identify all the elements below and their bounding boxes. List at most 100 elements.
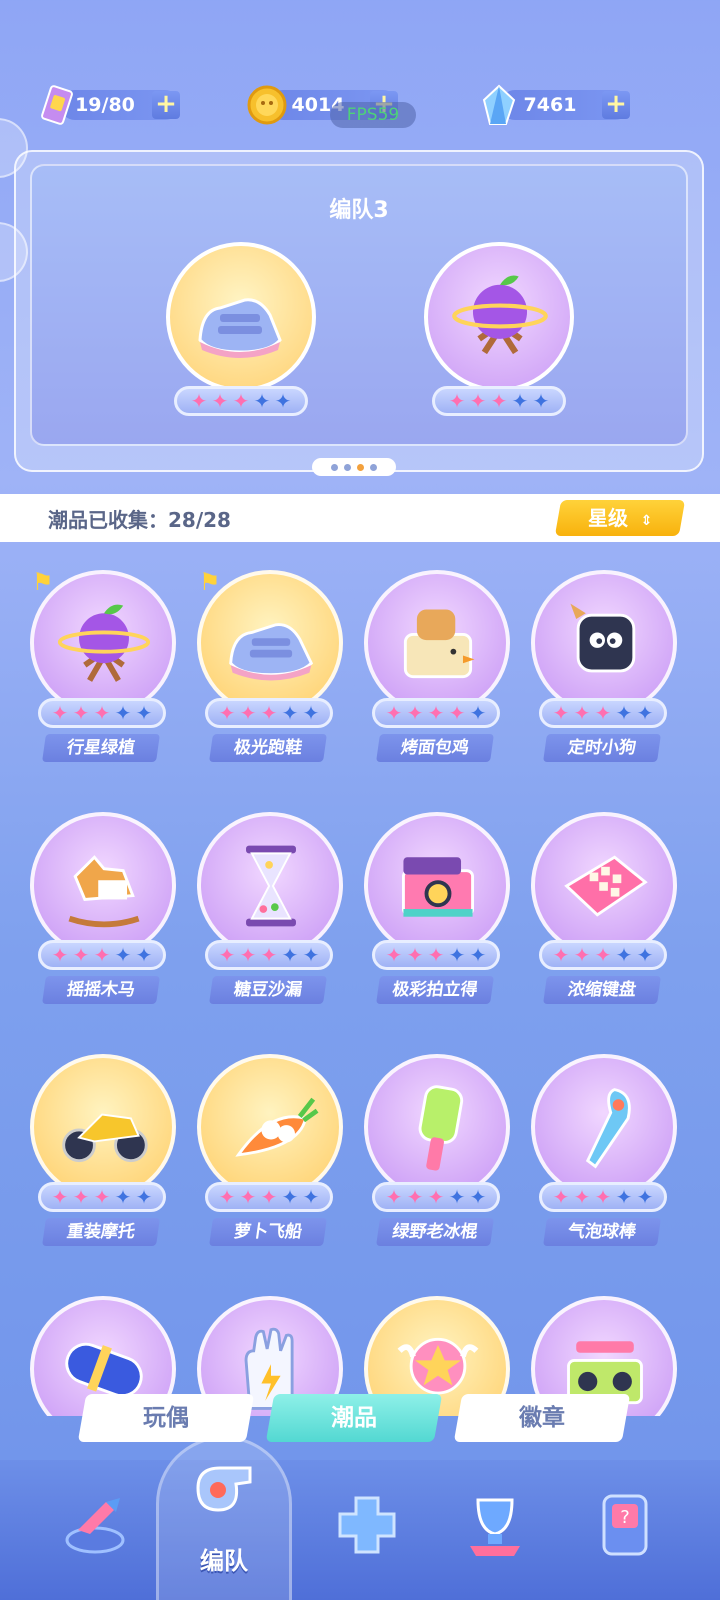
filled-star-icon: ✦ [260,943,278,967]
filled-star-icon: ✦ [427,701,445,725]
filled-star-icon: ✦ [594,943,612,967]
ticket-counter: 19/80 + [60,90,180,120]
collection-count: 潮品已收集：28/28 [48,508,231,532]
empty-star-icon: ✦ [274,389,292,413]
nav-item-1[interactable] [40,1470,140,1590]
empty-star-icon: ✦ [636,701,654,725]
collection-item[interactable]: ✦ ✦ ✦ ✦ ✦ 摇摇木马 [22,798,192,1038]
nav-item-formation[interactable]: 编队 [174,1440,274,1590]
empty-star-icon: ✦ [253,389,271,413]
filled-star-icon: ✦ [190,389,208,413]
filled-star-icon: ✦ [239,1185,257,1209]
trophy-icon [470,1498,520,1556]
filled-star-icon: ✦ [552,1185,570,1209]
empty-star-icon: ✦ [448,943,466,967]
empty-star-icon: ✦ [114,701,132,725]
tab-trendy-items[interactable]: 潮品 [265,1394,443,1442]
empty-star-icon: ✦ [636,1185,654,1209]
filled-star-icon: ✦ [573,943,591,967]
collection-item[interactable]: ✦ ✦ ✦ ✦ ✦ 气泡球棒 [523,1040,693,1280]
collection-item[interactable]: ✦ ✦ ✦ ✦ ✦ 糖豆沙漏 [189,798,359,1038]
empty-star-icon: ✦ [615,943,633,967]
tab-badges[interactable]: 徽章 [453,1394,631,1442]
tab-label: 徽章 [519,1405,565,1431]
keyboard-icon [564,855,648,917]
crystal-icon [482,84,516,125]
sort-label: 星级 [587,506,628,530]
empty-star-icon: ✦ [114,1185,132,1209]
filled-star-icon: ✦ [232,389,250,413]
whistle-icon [196,1466,252,1512]
filled-star-icon: ✦ [72,701,90,725]
arrow-bolt-icon [65,1498,125,1554]
fps-counter: FPS59 [330,102,416,128]
star-rating: ✦ ✦ ✦ ✦ ✦ [432,386,566,416]
add-gems-button[interactable]: + [602,91,630,119]
collection-item[interactable]: ✦ ✦ ✦ ✦ ✦ 绿野老冰棍 [356,1040,526,1280]
star-rating: ✦ ✦ ✦ ✦ ✦ [38,1182,166,1212]
star-rating: ✦ ✦ ✦ ✦ ✦ [372,940,500,970]
empty-star-icon: ✦ [532,389,550,413]
flag-icon: ⚑ [199,568,221,596]
sort-by-stars-button[interactable]: 星级 ⇕ [554,500,686,536]
hourglass-icon [246,845,296,927]
carrot-ship-icon [235,1097,319,1157]
collection-item[interactable]: ✦ ✦ ✦ ✦ ✦ 定时小狗 [523,556,693,796]
collection-item[interactable]: ✦ ✦ ✦ ✦ ✦ 萝卜飞船 [189,1040,359,1280]
ticket-icon [41,85,73,125]
nav-label: 编队 [200,1547,248,1575]
filled-star-icon: ✦ [490,389,508,413]
item-name: 萝卜飞船 [209,1218,327,1246]
empty-star-icon: ✦ [135,943,153,967]
empty-star-icon: ✦ [469,1185,487,1209]
filled-star-icon: ✦ [93,701,111,725]
collection-header: 潮品已收集：28/28 星级 ⇕ [0,494,720,542]
item-name: 极光跑鞋 [209,734,327,762]
motorcycle-icon [62,1113,148,1163]
nav-item-3[interactable] [312,1470,412,1590]
formation-slot-2[interactable]: ✦ ✦ ✦ ✦ ✦ [418,242,578,422]
nav-item-4[interactable] [440,1470,540,1590]
page-dot [331,463,338,471]
category-tabs: 玩偶 潮品 徽章 [77,1394,642,1444]
filled-star-icon: ✦ [51,943,69,967]
star-rating: ✦ ✦ ✦ ✦ ✦ [38,940,166,970]
empty-star-icon: ✦ [511,389,529,413]
collection-item[interactable]: ⚑ ✦ ✦ ✦ ✦ ✦ 极光跑鞋 [189,556,359,796]
star-rating: ✦ ✦ ✦ ✦ ✦ [174,386,308,416]
collection-item[interactable]: ✦ ✦ ✦ ✦ ✦ 重装摩托 [22,1040,192,1280]
filled-star-icon: ✦ [93,943,111,967]
filled-star-icon: ✦ [72,1185,90,1209]
filled-star-icon: ✦ [218,943,236,967]
sneaker-icon [198,298,282,358]
filled-star-icon: ✦ [51,1185,69,1209]
star-rating: ✦ ✦ ✦ ✦ ✦ [205,698,333,728]
collection-item[interactable]: ⚑ ✦ ✦ ✦ ✦ ✦ 行星绿植 [22,556,192,796]
page-dot [344,463,351,471]
item-grid[interactable]: ⚑ ✦ ✦ ✦ ✦ ✦ 行星绿植 ⚑ ✦ ✦ ✦ ✦ ✦ 极光跑鞋 ✦ ✦ ✦ ✦ ✦ 烤面包鸡 ✦ ✦ ✦ ✦ ✦ 定时小狗 ✦ ✦… [22,556,702,1416]
empty-star-icon: ✦ [615,1185,633,1209]
formation-panel-inner: 编队3 ✦ ✦ ✦ ✦ ✦ ✦ ✦ ✦ ✦ ✦ [30,164,688,446]
collection-item[interactable]: ✦ ✦ ✦ ✦ ✦ 浓缩键盘 [523,798,693,1038]
tab-dolls[interactable]: 玩偶 [77,1394,255,1442]
item-name: 烤面包鸡 [376,734,494,762]
nav-item-5[interactable]: ? [570,1470,670,1590]
collection-item[interactable]: ✦ ✦ ✦ ✦ ✦ 极彩拍立得 [356,798,526,1038]
add-tickets-button[interactable]: + [152,91,180,119]
empty-star-icon: ✦ [281,1185,299,1209]
filled-star-icon: ✦ [239,701,257,725]
filled-star-icon: ✦ [406,943,424,967]
filled-star-icon: ✦ [218,1185,236,1209]
star-rating: ✦ ✦ ✦ ✦ ✦ [205,940,333,970]
empty-star-icon: ✦ [281,943,299,967]
formation-slot-1[interactable]: ✦ ✦ ✦ ✦ ✦ [160,242,320,422]
empty-star-icon: ✦ [302,1185,320,1209]
instant-camera-icon [402,857,474,917]
sort-arrows-icon: ⇕ [640,513,652,529]
item-frame [424,242,574,392]
filled-star-icon: ✦ [427,1185,445,1209]
star-rating: ✦ ✦ ✦ ✦ ✦ [38,698,166,728]
collection-item[interactable]: ✦ ✦ ✦ ✦ ✦ 烤面包鸡 [356,556,526,796]
page-dot-active [357,463,364,471]
filled-star-icon: ✦ [552,701,570,725]
